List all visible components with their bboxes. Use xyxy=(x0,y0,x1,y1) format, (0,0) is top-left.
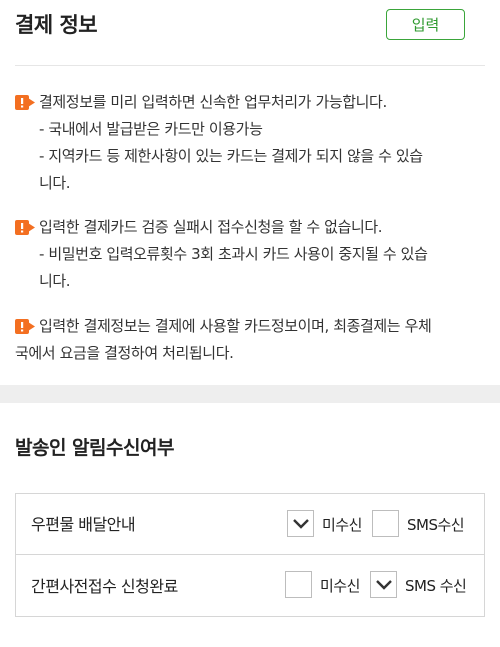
sms-receive-checkbox[interactable] xyxy=(372,510,399,537)
warning-icon xyxy=(15,220,35,235)
sms-receive-checkbox[interactable] xyxy=(370,571,397,598)
section-separator xyxy=(0,385,500,403)
checkmark-icon xyxy=(293,519,309,529)
notice-item: 입력한 결제카드 검증 실패시 접수신청을 할 수 없습니다. - 비밀번호 입… xyxy=(15,214,487,295)
notice-sub: 국에서 요금을 결정하여 처리됩니다. xyxy=(15,344,234,362)
notice-sub: - 국내에서 발급받은 카드만 이용가능 xyxy=(39,120,263,138)
table-row: 우편물 배달안내 미수신 SMS수신 xyxy=(16,494,484,555)
table-row: 간편사전접수 신청완료 미수신 SMS 수신 xyxy=(16,556,484,617)
checkmark-icon xyxy=(376,580,392,590)
notice-sub: - 지역카드 등 제한사항이 있는 카드는 결제가 되지 않을 수 있습 xyxy=(39,147,423,165)
input-button[interactable]: 입력 xyxy=(386,9,465,40)
sms-receive-label: SMS수신 xyxy=(407,516,465,534)
row-label: 우편물 배달안내 xyxy=(31,515,136,534)
notice-text: 결제정보를 미리 입력하면 신속한 업무처리가 가능합니다. xyxy=(39,93,387,111)
row-label: 간편사전접수 신청완료 xyxy=(31,577,178,596)
notice-item: 입력한 결제정보는 결제에 사용할 카드정보이며, 최종결제는 우체 국에서 요… xyxy=(15,313,487,367)
no-receive-label: 미수신 xyxy=(322,516,362,534)
notice-text: 입력한 결제카드 검증 실패시 접수신청을 할 수 없습니다. xyxy=(39,218,383,236)
sms-receive-label: SMS 수신 xyxy=(405,577,467,595)
notice-sub: - 비밀번호 입력오류횟수 3회 초과시 카드 사용이 중지될 수 있습 xyxy=(39,245,428,263)
notice-text: 입력한 결제정보는 결제에 사용할 카드정보이며, 최종결제는 우체 xyxy=(39,317,432,335)
notice-item: 결제정보를 미리 입력하면 신속한 업무처리가 가능합니다. - 국내에서 발급… xyxy=(15,89,487,197)
notice-sub: 니다. xyxy=(39,174,71,192)
warning-icon xyxy=(15,95,35,110)
no-receive-checkbox[interactable] xyxy=(285,571,312,598)
no-receive-checkbox[interactable] xyxy=(287,510,314,537)
warning-icon xyxy=(15,319,35,334)
payment-info-section: 결제 정보 입력 결제정보를 미리 입력하면 신속한 업무처리가 가능합니다. … xyxy=(0,0,500,385)
page-title: 결제 정보 xyxy=(15,13,98,37)
notification-table: 우편물 배달안내 미수신 SMS수신 간편사전접수 신청완료 미수신 SMS 수… xyxy=(15,493,485,617)
divider xyxy=(15,65,485,66)
section-title: 발송인 알림수신여부 xyxy=(15,437,174,459)
no-receive-label: 미수신 xyxy=(320,577,360,595)
notice-sub: 니다. xyxy=(39,272,71,290)
